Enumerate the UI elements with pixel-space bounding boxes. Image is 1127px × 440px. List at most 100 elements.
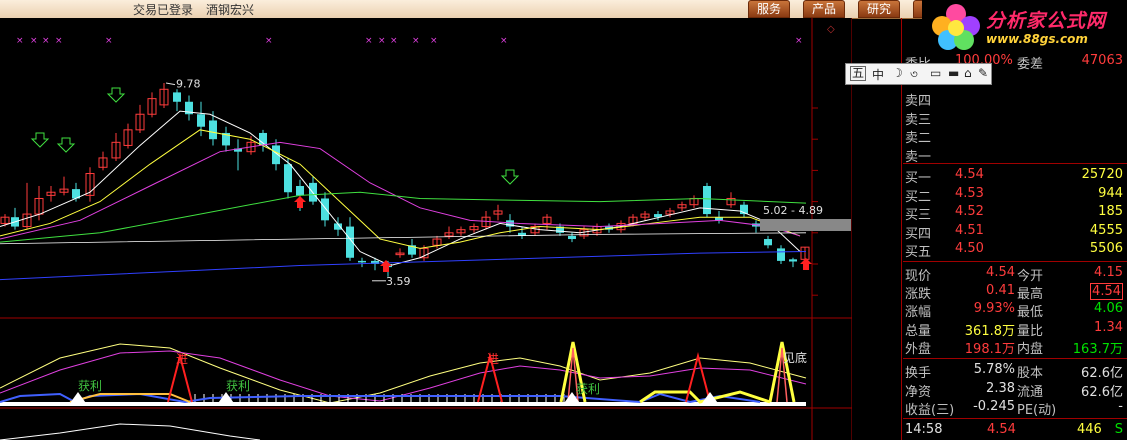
five-level-button[interactable]: 五 (850, 66, 867, 81)
stat-label: 外盘 (905, 341, 932, 357)
buy-row[interactable]: 买三 4.52 185 (903, 203, 1127, 223)
stat-row: 总量 361.8万 量比 1.34 (903, 319, 1127, 339)
stat-value: -0.245 (973, 399, 1015, 414)
tick-volume: 446 (1077, 422, 1102, 437)
buy-row[interactable]: 买五 4.50 5506 (903, 240, 1127, 260)
tick-flag: S (1114, 422, 1123, 437)
stock-name: 酒钢宏兴 (206, 3, 255, 17)
signal-marker: × (265, 36, 273, 46)
candle-down (789, 259, 797, 262)
k-line-chart[interactable]: 9.008.007.006.005.004.003.004.503.001.50… (0, 18, 852, 440)
stat-value: 62.6亿 (1081, 366, 1123, 381)
bar-icon[interactable]: ▬ (948, 66, 959, 80)
buy-price: 4.51 (955, 222, 984, 238)
signal-marker: × (795, 36, 803, 46)
stat-value: 4.15 (1094, 265, 1123, 280)
signal-marker: × (500, 36, 508, 46)
sell-label: 卖三 (905, 112, 932, 128)
stat-value: 4.54 (986, 265, 1015, 280)
quote-panel: 委比 100.00% 委差 47063 卖四 卖三 卖二 卖一 买一 4.54 … (903, 52, 1127, 440)
stat-value: 361.8万 (964, 323, 1015, 339)
buy-price: 4.50 (955, 241, 984, 256)
stat-value: 62.6亿 (1081, 384, 1123, 400)
zhong-button[interactable]: 中 (872, 66, 884, 83)
high-marker-label: 9.78 (176, 78, 201, 91)
logo-title: 分析家公式网 (986, 10, 1107, 32)
signal-marker: × (390, 36, 398, 46)
signal-marker: × (378, 36, 386, 46)
buy-label: 买四 (905, 226, 932, 242)
edit-icon[interactable]: ✎ (978, 66, 988, 80)
buy-volume: 5506 (1089, 241, 1123, 256)
signal-label: 见底 (783, 350, 807, 365)
signal-marker: × (30, 36, 38, 46)
buy-row[interactable]: 买二 4.53 944 (903, 185, 1127, 205)
buy-row[interactable]: 买四 4.51 4555 (903, 222, 1127, 242)
stat-row: 现价 4.54 今开 4.15 (903, 264, 1127, 284)
product-button[interactable]: 产品 (803, 0, 846, 18)
stat-value: 4.06 (1094, 301, 1123, 317)
stat-row: 净资 2.38 流通 62.6亿 (903, 380, 1127, 400)
stat-label: 总量 (905, 323, 932, 339)
home-icon[interactable]: ⌂ (964, 66, 972, 80)
login-status: 交易已登录 (133, 3, 194, 17)
service-button[interactable]: 服务 (748, 0, 791, 18)
chart-background (0, 18, 852, 440)
moon-icon[interactable]: ☽ (892, 66, 903, 80)
profit-label: 获利 (226, 379, 250, 393)
diamond-icon: ◇ (827, 24, 835, 35)
tick-row: 14:58 4.54 446 S (903, 421, 1127, 440)
stat-value: 1.34 (1094, 319, 1123, 335)
buy-volume: 944 (1098, 185, 1123, 201)
keyboard-icon[interactable]: ▭ (930, 66, 941, 80)
signal-marker: × (365, 36, 373, 46)
stat-label: 流通 (1017, 384, 1044, 400)
buy-label: 买二 (905, 189, 932, 205)
stat-label: 换手 (905, 366, 932, 381)
stat-label: 今开 (1017, 269, 1044, 284)
candle-down (321, 198, 329, 221)
candle-down (568, 235, 576, 240)
divider (903, 163, 1127, 164)
sell-row[interactable]: 卖二 (903, 126, 1127, 146)
stat-value: 2.38 (986, 380, 1015, 396)
stat-row: 收益(三) -0.245 PE(动) - (903, 398, 1127, 418)
signal-label: 进 (487, 352, 499, 366)
signal-marker: × (55, 36, 63, 46)
stat-value: - (1118, 399, 1123, 414)
tick-time: 14:58 (905, 422, 943, 437)
divider (903, 261, 1127, 262)
stat-value: 4.54 (1090, 283, 1123, 301)
stat-label: PE(动) (1017, 403, 1057, 418)
signal-marker: × (430, 36, 438, 46)
sell-row[interactable]: 卖四 (903, 89, 1127, 109)
low-marker-label: 3.59 (386, 275, 411, 288)
stat-value: 198.1万 (964, 341, 1015, 357)
candle-down (173, 92, 181, 102)
signal-marker: × (42, 36, 50, 46)
stat-value: 0.41 (986, 283, 1015, 299)
signal-marker: × (412, 36, 420, 46)
candle-down (358, 260, 366, 263)
stat-label: 现价 (905, 269, 932, 284)
stat-label: 净资 (905, 384, 932, 400)
candle-down (703, 186, 711, 215)
research-button[interactable]: 研究 (858, 0, 901, 18)
sell-label: 卖二 (905, 131, 932, 146)
sell-row[interactable]: 卖三 (903, 108, 1127, 128)
swirl-icon[interactable]: ৩ (910, 66, 918, 86)
sell-label: 卖四 (905, 94, 932, 109)
signal-marker: × (16, 36, 24, 46)
mini-toolbar: 五 中 ☽ ৩ ▭ ▬ ⌂ ✎ (845, 63, 992, 85)
stat-row: 外盘 198.1万 内盘 163.7万 (903, 337, 1127, 357)
buy-label: 买五 (905, 245, 932, 260)
buy-row[interactable]: 买一 4.54 25720 (903, 166, 1127, 186)
buy-volume: 25720 (1081, 167, 1123, 182)
commission-diff-value: 47063 (1081, 53, 1123, 68)
buy-price: 4.52 (955, 204, 984, 219)
buy-label: 买三 (905, 208, 932, 223)
stat-label: 涨跌 (905, 287, 932, 303)
site-logo: 分析家公式网 www.88gs.com (922, 0, 1127, 52)
stat-value: 9.93% (973, 301, 1015, 317)
sell-row[interactable]: 卖一 (903, 145, 1127, 165)
